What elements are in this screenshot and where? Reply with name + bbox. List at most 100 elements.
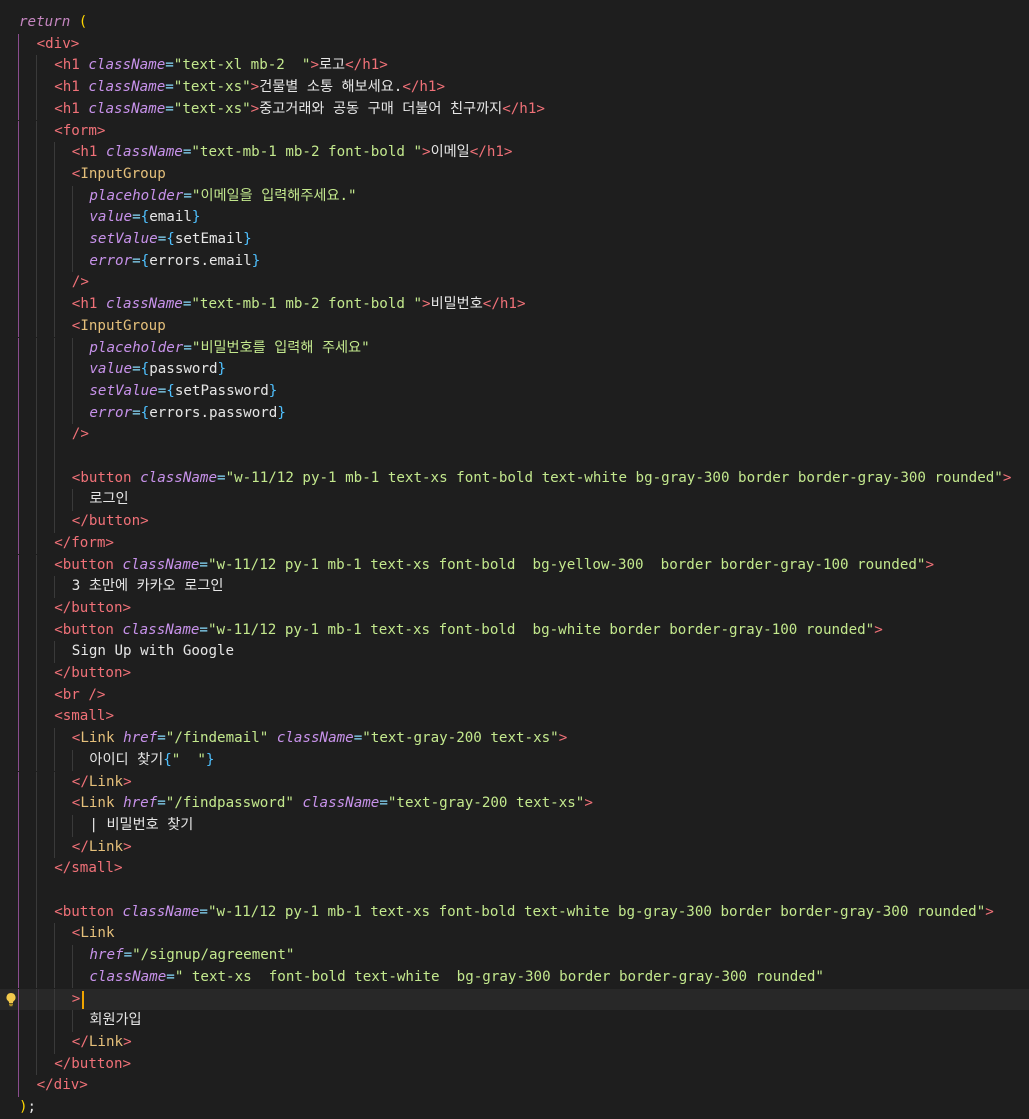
code-line[interactable]: <Link bbox=[0, 923, 1029, 946]
indent-guide bbox=[36, 1053, 37, 1076]
code-token: } bbox=[243, 231, 252, 247]
code-line[interactable]: <InputGroup bbox=[0, 315, 1029, 338]
code-line[interactable]: <InputGroup bbox=[0, 163, 1029, 186]
code-line[interactable]: Sign Up with Google bbox=[0, 641, 1029, 663]
code-token: = bbox=[157, 382, 167, 399]
code-line[interactable]: </form> bbox=[0, 532, 1029, 555]
code-line[interactable]: <Link href="/findpassword" className="te… bbox=[0, 793, 1029, 815]
code-token: value bbox=[89, 361, 133, 378]
code-line[interactable]: <h1 className="text-xl mb-2 ">로고</h1> bbox=[0, 55, 1029, 78]
code-line[interactable]: </button> bbox=[0, 597, 1029, 620]
code-line[interactable]: setValue={setEmail} bbox=[0, 229, 1029, 251]
code-line[interactable]: placeholder="이메일을 입력해주세요." bbox=[0, 185, 1029, 208]
code-line[interactable]: error={errors.email} bbox=[0, 250, 1029, 273]
indent-guide bbox=[36, 489, 37, 512]
indent-guide bbox=[36, 185, 37, 208]
indent-guide bbox=[36, 771, 37, 794]
code-token: <div bbox=[36, 35, 71, 52]
code-line[interactable]: 아이디 찾기{" "} bbox=[0, 749, 1029, 772]
code-token: error bbox=[89, 404, 133, 421]
code-token: </button> bbox=[54, 665, 132, 681]
code-token: = bbox=[199, 903, 208, 920]
code-token: <button bbox=[54, 903, 114, 920]
code-text: <form> bbox=[54, 121, 105, 143]
code-line[interactable]: </Link> bbox=[0, 1031, 1029, 1054]
code-line[interactable]: value={password} bbox=[0, 359, 1029, 381]
code-line[interactable]: </button> bbox=[0, 1053, 1029, 1076]
indent-guide bbox=[36, 272, 37, 295]
indent-guide bbox=[36, 728, 37, 750]
code-line[interactable]: className=" text-xs font-bold text-white… bbox=[0, 966, 1029, 989]
code-line[interactable]: </button> bbox=[0, 663, 1029, 685]
code-line[interactable]: setValue={setPassword} bbox=[0, 380, 1029, 403]
code-line[interactable]: <Link href="/findemail" className="text-… bbox=[0, 728, 1029, 750]
code-text: 회원가입 bbox=[89, 1010, 141, 1032]
code-line[interactable]: <div> bbox=[0, 33, 1029, 56]
code-line[interactable]: <h1 className="text-xs">건물별 소통 해보세요.</h1… bbox=[0, 77, 1029, 99]
code-line[interactable]: </small> bbox=[0, 858, 1029, 880]
code-line[interactable]: ); bbox=[0, 1097, 1029, 1119]
code-text: value={password} bbox=[89, 359, 226, 381]
code-line[interactable]: </Link> bbox=[0, 771, 1029, 794]
code-editor[interactable]: return (<div> <h1 className="text-xl mb-2… bbox=[0, 0, 1029, 1116]
code-text: 3 초만에 카카오 로그인 bbox=[72, 576, 224, 598]
code-line[interactable]: </div> bbox=[0, 1075, 1029, 1097]
code-token: > bbox=[422, 144, 431, 161]
code-token: > bbox=[985, 903, 994, 920]
code-token: = bbox=[123, 947, 133, 964]
indent-guide bbox=[54, 641, 55, 663]
code-line[interactable]: 로그인 bbox=[0, 489, 1029, 512]
code-line[interactable]: 3 초만에 카카오 로그인 bbox=[0, 576, 1029, 598]
code-line[interactable]: placeholder="비밀번호를 입력해 주세요" bbox=[0, 337, 1029, 360]
code-token: placeholder bbox=[89, 339, 184, 356]
indent-guide bbox=[36, 250, 37, 273]
code-line[interactable]: 회원가입 bbox=[0, 1010, 1029, 1032]
indent-guide bbox=[18, 706, 19, 729]
indent-guide bbox=[18, 424, 19, 446]
code-text: </div> bbox=[37, 1075, 88, 1097]
indent-guide bbox=[36, 294, 37, 316]
code-token: > bbox=[250, 100, 260, 117]
code-line[interactable]: <button className="w-11/12 py-1 mb-1 tex… bbox=[0, 619, 1029, 642]
code-token: Link bbox=[88, 773, 124, 790]
indent-guide bbox=[72, 749, 73, 772]
code-text: </form> bbox=[54, 533, 114, 555]
code-token: className bbox=[140, 469, 218, 486]
code-line[interactable]: /> bbox=[0, 272, 1029, 295]
indent-guide bbox=[36, 814, 37, 837]
code-line[interactable]: /> bbox=[0, 424, 1029, 446]
code-token: = bbox=[165, 57, 174, 74]
code-line[interactable]: > bbox=[0, 988, 1029, 1011]
code-line[interactable]: <button className="w-11/12 py-1 mb-1 tex… bbox=[0, 554, 1029, 577]
code-token: = bbox=[199, 556, 208, 573]
code-line[interactable]: <h1 className="text-mb-1 mb-2 font-bold … bbox=[0, 142, 1029, 164]
code-line[interactable]: </button> bbox=[0, 511, 1029, 533]
code-line[interactable]: <h1 className="text-mb-1 mb-2 font-bold … bbox=[0, 294, 1029, 316]
code-line[interactable]: <button className="w-11/12 py-1 mb-1 tex… bbox=[0, 467, 1029, 490]
code-line[interactable]: error={errors.password} bbox=[0, 402, 1029, 425]
code-token: </h1> bbox=[482, 296, 526, 313]
indent-guide bbox=[18, 467, 19, 490]
indent-guide bbox=[54, 185, 55, 208]
code-token: > bbox=[925, 556, 934, 573]
code-text: href="/signup/agreement" bbox=[89, 945, 294, 967]
code-line[interactable] bbox=[0, 446, 1029, 468]
code-line[interactable]: href="/signup/agreement" bbox=[0, 945, 1029, 967]
code-line[interactable]: return ( bbox=[0, 12, 1029, 34]
code-token: </h1> bbox=[469, 144, 513, 161]
code-line[interactable]: <small> bbox=[0, 706, 1029, 729]
code-line[interactable]: <button className="w-11/12 py-1 mb-1 tex… bbox=[0, 901, 1029, 924]
code-line[interactable]: <form> bbox=[0, 120, 1029, 143]
indent-guide bbox=[72, 207, 73, 229]
code-token: | 비밀번호 찾기 bbox=[89, 816, 194, 833]
code-line[interactable]: <h1 className="text-xs">중고거래와 공동 구매 더불어 … bbox=[0, 98, 1029, 121]
code-line[interactable]: </Link> bbox=[0, 836, 1029, 859]
code-line[interactable]: value={email} bbox=[0, 207, 1029, 229]
code-line[interactable] bbox=[0, 880, 1029, 902]
code-text: error={errors.email} bbox=[89, 251, 260, 273]
code-line[interactable]: | 비밀번호 찾기 bbox=[0, 814, 1029, 837]
code-text: </button> bbox=[72, 511, 149, 533]
indent-guide bbox=[54, 229, 55, 251]
code-line[interactable]: <br /> bbox=[0, 684, 1029, 707]
lightbulb-icon[interactable] bbox=[4, 992, 18, 1007]
